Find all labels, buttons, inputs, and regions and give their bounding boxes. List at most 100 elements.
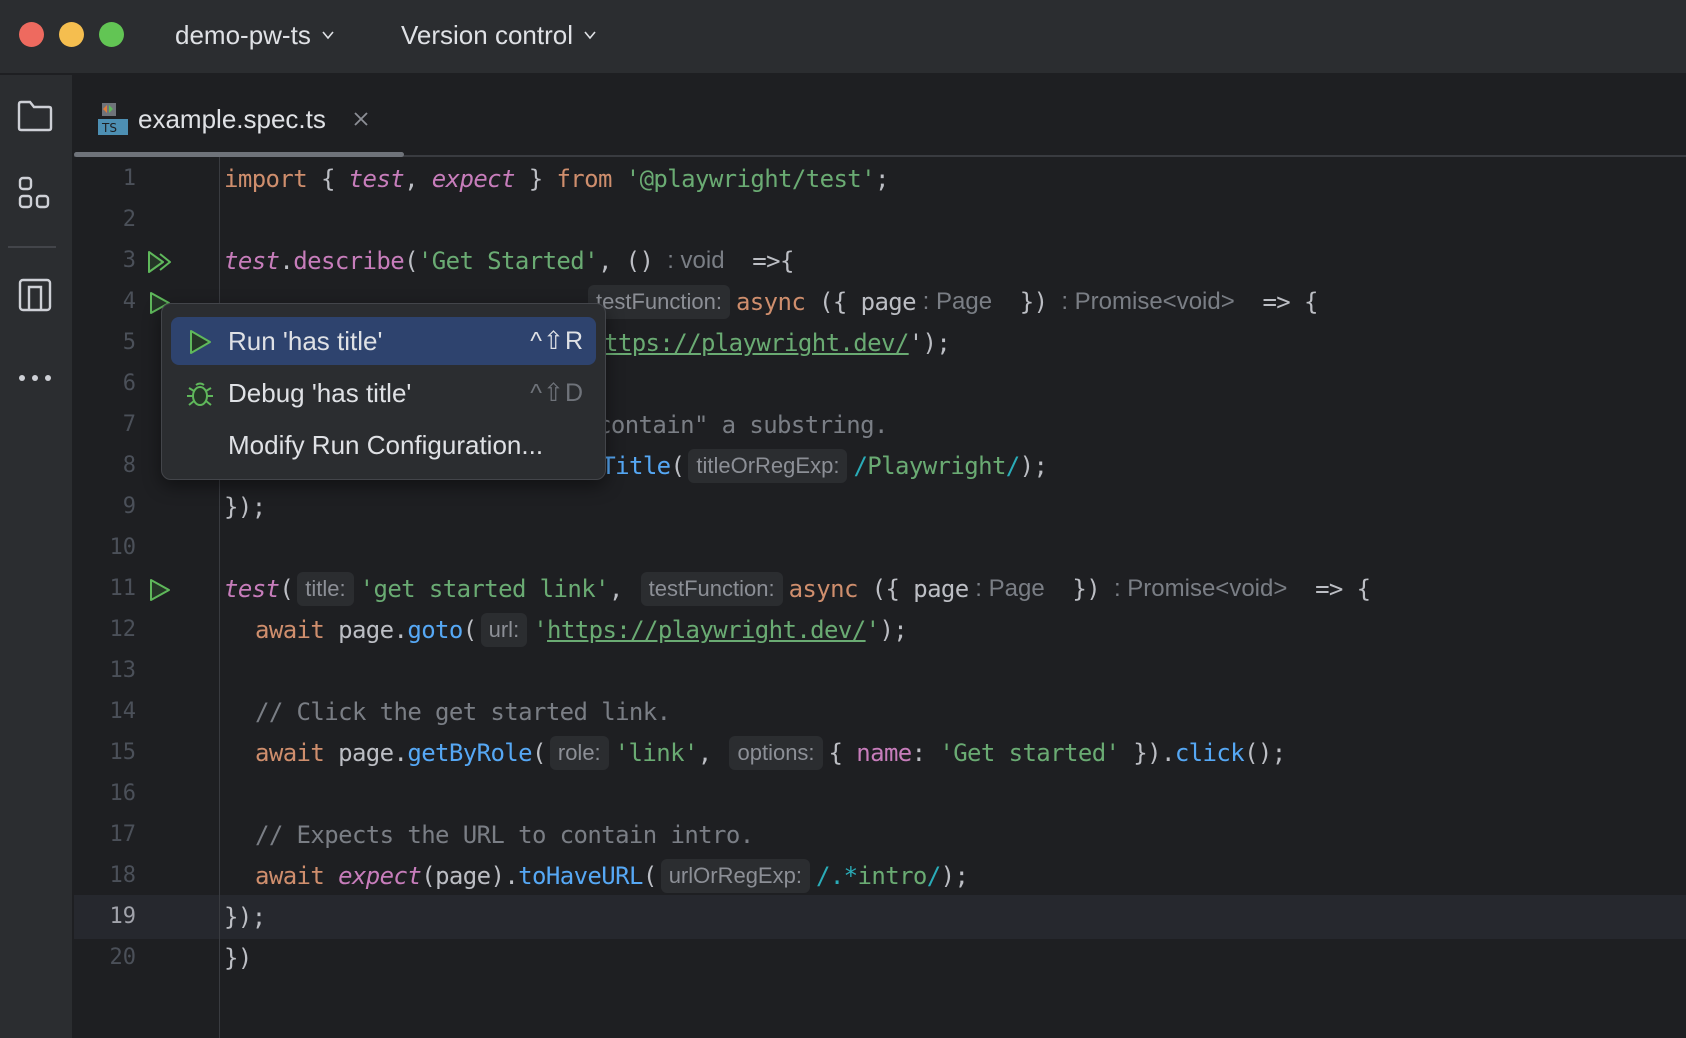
punct: , [697,739,726,767]
menu-item-shortcut: ^⇧R [530,327,584,355]
keyword: import [224,165,308,193]
version-control-label: Version control [401,19,573,50]
identifier: page [860,288,917,316]
punct: }); [224,903,266,931]
line-number: 2 [122,207,136,232]
menu-item-debug[interactable]: Debug 'has title' ^⇧D [171,369,596,417]
code-text: }) [224,936,252,980]
regex: / [853,452,868,480]
identifier: page [913,575,969,603]
method: goto [407,616,463,644]
menu-item-label: Modify Run Configuration... [228,429,544,460]
code-text: test. describe('Get Started', () : void =… [224,239,794,283]
line-number: 9 [122,494,136,519]
code-line: 9 }); [74,485,1686,529]
menu-item-label: Run 'has title' [228,325,383,356]
line-number: 8 [122,453,136,478]
line-number: 5 [122,330,136,355]
line-number: 12 [109,617,137,642]
run-icon [190,330,211,354]
folder-icon [17,100,53,132]
close-tab-icon[interactable] [352,110,370,128]
code-text: test(title:'get started link', testFunct… [224,567,1371,611]
param-hint: url: [480,613,528,647]
maximize-window-button[interactable] [99,22,124,47]
code-line: 17 // Expects the URL to contain intro. [74,813,1686,857]
regex: intro [857,862,928,890]
code-text: await page. getByRole(role:'link', option… [255,731,1286,775]
code-text: // Click the get started link. [255,690,671,734]
menu-item-shortcut: ^⇧D [530,379,584,407]
bookmarks-tool-button[interactable] [14,274,56,316]
url-link[interactable]: ttps://playwright.dev/ [604,321,909,365]
version-control-menu[interactable]: Version control [401,17,597,53]
punct: }). [1119,739,1175,767]
chevron-down-icon [322,31,334,40]
punct: }) [992,288,1062,316]
identifier: expect [431,165,516,193]
punct: } [514,165,557,193]
run-all-icon[interactable] [146,248,174,276]
regex: Playwright [867,452,1006,480]
keyword: async [788,575,859,603]
project-tool-button[interactable] [14,95,56,137]
line-number: 18 [109,863,137,888]
run-icon[interactable] [146,576,174,604]
code-line-current: 19 }); [74,895,1686,939]
keyword: async [735,288,806,316]
more-tools-button[interactable] [14,357,56,399]
editor-tab-bar: TS example.spec.ts [74,75,1686,157]
param-hint: testFunction: [640,572,783,606]
project-name: demo-pw-ts [175,19,311,50]
keyword: await [255,739,325,767]
line-number: 3 [122,248,136,273]
run-context-menu: Run 'has title' ^⇧R Debug 'has title' ^⇧… [161,303,606,480]
punct: (); [1244,739,1286,767]
menu-item-modify-run-configuration[interactable]: Modify Run Configuration... [171,421,596,469]
url-link[interactable]: https://playwright.dev/ [547,608,866,652]
code-editor[interactable]: 1 import { test, expect } from '@playwri… [74,157,1686,1038]
punct: : [911,739,940,767]
punct: }) [1044,575,1114,603]
param-hint: title: [297,572,354,606]
menu-item-run[interactable]: Run 'has title' ^⇧R [171,317,596,365]
punct: => { [1287,575,1371,603]
method: getByRole [407,739,533,767]
code-line: 10 [74,526,1686,570]
close-window-button[interactable] [19,22,44,47]
code-text: await page. goto(url: ' https://playwright.… [255,608,908,652]
code-text: testFunction: async ({ page : Page }) : P… [584,280,1318,324]
punct: }); [224,493,266,521]
structure-tool-button[interactable] [14,173,56,215]
line-number: 4 [122,289,136,314]
code-line: 1 import { test, expect } from '@playwri… [74,157,1686,201]
punct: (page). [421,862,519,890]
param-hint: options: [729,736,823,770]
code-text: // Expects the URL to contain intro. [255,813,754,857]
code-text: }); [224,485,266,529]
line-number: 6 [122,371,136,396]
code-text: contain" a substring. [597,403,888,447]
string-literal: 'Get started' [939,739,1120,767]
punct: ( [670,452,685,480]
project-selector[interactable]: demo-pw-ts [175,17,335,53]
minimize-window-button[interactable] [59,22,84,47]
line-number: 16 [109,781,137,806]
string-literal: ' [865,616,880,644]
code-line: 15 await page. getByRole(role:'link', opt… [74,731,1686,775]
string-literal: ' [533,616,548,644]
gutter-separator [219,157,220,1038]
chevron-down-icon [584,31,596,40]
punct: }) [224,944,252,972]
punct: ); [879,616,908,644]
more-icon [19,375,51,381]
line-number: 14 [109,699,137,724]
bookmark-icon [18,278,52,312]
punct: ( [642,862,657,890]
punct: , [404,165,432,193]
code-line: 16 [74,772,1686,816]
punct: ); [940,862,969,890]
tab-example-spec-ts[interactable]: TS example.spec.ts [98,97,370,141]
